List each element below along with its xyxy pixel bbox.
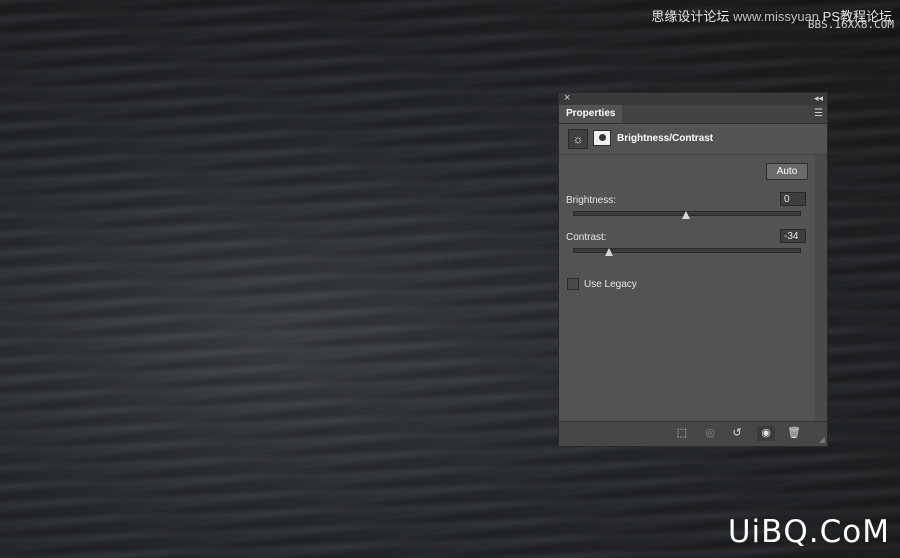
adjustment-title: Brightness/Contrast bbox=[617, 133, 714, 144]
watermark-top-cn-a: 思缘设计论坛 bbox=[651, 9, 730, 24]
reset-icon[interactable]: ↺ bbox=[728, 426, 746, 441]
close-icon[interactable]: × bbox=[564, 92, 570, 104]
contrast-slider-thumb[interactable] bbox=[605, 248, 614, 256]
brightness-value-field[interactable]: 0 bbox=[780, 192, 806, 206]
panel-menu-icon[interactable]: ☰ bbox=[814, 108, 823, 119]
panel-footer: ⬚ ◎ ↺ ◉ 🗑 ◢ bbox=[559, 421, 827, 446]
resize-grip-icon[interactable]: ◢ bbox=[819, 435, 825, 444]
watermark-top-url: www.missyuan bbox=[733, 9, 820, 24]
panel-body: Auto Brightness: 0 Contrast: -34 Use Leg… bbox=[559, 155, 815, 423]
use-legacy-checkbox[interactable] bbox=[567, 278, 579, 290]
auto-button[interactable]: Auto bbox=[766, 163, 808, 180]
visibility-eye-icon[interactable]: ◉ bbox=[757, 426, 775, 441]
properties-panel: × ◂◂ Properties ☰ ☼ Brightness/Contrast … bbox=[558, 92, 828, 447]
watermark-top-en: BBS.16XX8.COM bbox=[807, 18, 894, 31]
use-legacy-label: Use Legacy bbox=[584, 279, 637, 290]
contrast-label: Contrast: bbox=[566, 232, 607, 243]
contrast-value-field[interactable]: -34 bbox=[780, 229, 806, 243]
clip-to-layer-icon[interactable]: ⬚ bbox=[673, 426, 691, 441]
layer-mask-icon[interactable] bbox=[593, 130, 611, 146]
view-previous-state-icon[interactable]: ◎ bbox=[701, 426, 719, 441]
tab-properties[interactable]: Properties bbox=[559, 105, 623, 123]
brightness-label: Brightness: bbox=[566, 195, 617, 206]
watermark-bottom: UiBQ.CoM bbox=[727, 514, 890, 550]
adjustment-header: ☼ Brightness/Contrast bbox=[559, 124, 827, 155]
panel-titlebar[interactable]: × ◂◂ bbox=[559, 92, 827, 105]
panel-scrollbar[interactable] bbox=[815, 155, 827, 423]
collapse-icon[interactable]: ◂◂ bbox=[814, 92, 823, 104]
trash-icon[interactable]: 🗑 bbox=[785, 426, 803, 441]
brightness-contrast-icon[interactable]: ☼ bbox=[568, 129, 588, 149]
panel-tabbar: Properties ☰ bbox=[559, 105, 827, 124]
brightness-slider-thumb[interactable] bbox=[682, 211, 690, 219]
